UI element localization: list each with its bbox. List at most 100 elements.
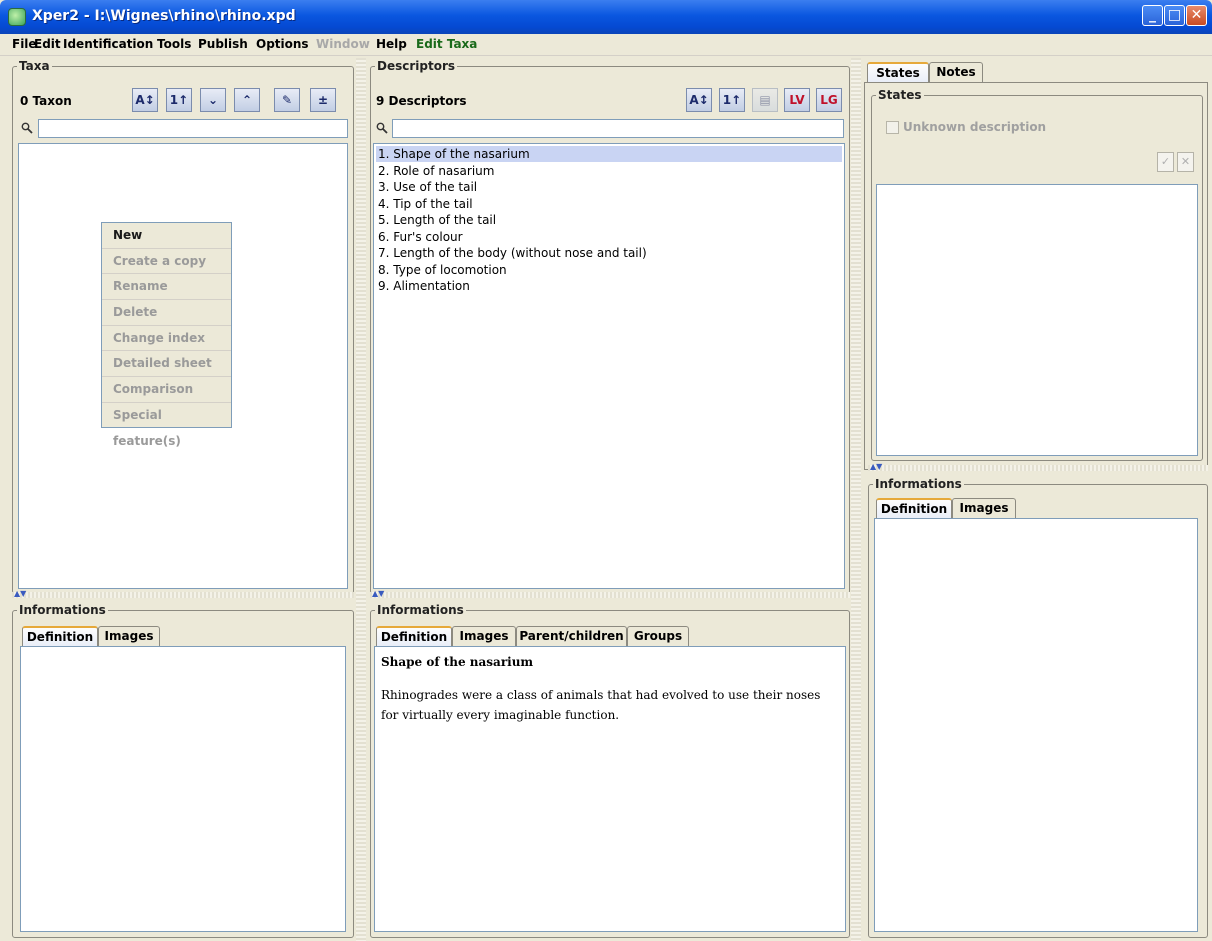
list-variable-button[interactable]: LV [784, 88, 810, 112]
list-variable-icon: LV [789, 93, 805, 107]
states-list[interactable] [876, 184, 1198, 456]
descriptor-item[interactable]: 2. Role of nasarium [376, 163, 842, 179]
menu-bar: File Edit Identification Tools Publish O… [0, 34, 1212, 56]
descriptor-info-title: Informations [375, 603, 466, 617]
descriptor-sort-az-button[interactable]: A↕ [686, 88, 712, 112]
sort-index-icon: 1↑ [169, 93, 189, 107]
menu-window[interactable]: Window [316, 37, 370, 51]
list-group-icon: LG [820, 93, 838, 107]
tab-images[interactable]: Images [952, 498, 1016, 518]
menu-edit[interactable]: Edit [34, 37, 61, 51]
states-title: States [876, 88, 924, 102]
states-splitter[interactable] [868, 465, 1208, 471]
descriptors-splitter[interactable] [370, 592, 850, 598]
move-down-button[interactable]: ⌄ [200, 88, 226, 112]
definition-text: Rhinogrades were a class of animals that… [381, 688, 821, 722]
taxa-count: 0 Taxon [20, 94, 72, 108]
check-icon: ✓ [1160, 155, 1171, 168]
menu-help[interactable]: Help [376, 37, 407, 51]
tab-notes[interactable]: Notes [929, 62, 983, 82]
tab-groups[interactable]: Groups [627, 626, 689, 646]
descriptor-item[interactable]: 4. Tip of the tail [376, 196, 842, 212]
tab-definition[interactable]: Definition [876, 498, 952, 518]
context-menu-rename[interactable]: Rename [102, 274, 231, 301]
app-icon [8, 8, 26, 26]
validate-button[interactable]: ✓ [1157, 152, 1174, 172]
context-menu-delete[interactable]: Delete [102, 300, 231, 326]
add-taxon-button[interactable]: ± [310, 88, 336, 112]
splitter-left[interactable] [356, 58, 366, 941]
unknown-description-label: Unknown description [903, 120, 1047, 134]
definition-heading: Shape of the nasarium [381, 655, 534, 669]
menu-identification[interactable]: Identification [63, 37, 153, 51]
sort-az-icon: A↕ [135, 93, 155, 107]
close-icon: ✕ [1190, 7, 1203, 23]
maximize-icon: □ [1167, 7, 1182, 23]
tab-definition[interactable]: Definition [376, 626, 452, 646]
minimize-button[interactable]: _ [1142, 5, 1163, 26]
descriptor-item[interactable]: 5. Length of the tail [376, 212, 842, 228]
tab-states[interactable]: States [867, 62, 929, 82]
title-bar: Xper2 - I:\Wignes\rhino\rhino.xpd _ □ ✕ [0, 0, 1212, 34]
menu-publish[interactable]: Publish [198, 37, 248, 51]
descriptors-list[interactable]: 1. Shape of the nasarium 2. Role of nasa… [373, 143, 845, 589]
tab-parent-children[interactable]: Parent/children [516, 626, 627, 646]
descriptor-item[interactable]: 6. Fur's colour [376, 229, 842, 245]
move-up-icon: ⌃ [241, 93, 253, 107]
taxa-context-menu: New Create a copy Rename Delete Change i… [101, 222, 232, 448]
context-menu-create-copy[interactable]: Create a copy [102, 249, 231, 275]
minimize-icon: _ [1149, 7, 1156, 23]
descriptor-item[interactable]: 8. Type of locomotion [376, 262, 842, 278]
splitter-arrows-icon[interactable]: ▲▼ [372, 589, 384, 598]
move-down-icon: ⌄ [207, 93, 219, 107]
descriptor-item[interactable]: 3. Use of the tail [376, 179, 842, 195]
taxa-info-title: Informations [17, 603, 108, 617]
tab-images[interactable]: Images [98, 626, 160, 646]
descriptor-definition-panel: Shape of the nasarium Rhinogrades were a… [374, 646, 846, 932]
descriptor-item[interactable]: 7. Length of the body (without nose and … [376, 245, 842, 261]
tab-images[interactable]: Images [452, 626, 516, 646]
context-menu-special-features[interactable]: Special feature(s) [102, 403, 231, 448]
splitter-arrows-icon[interactable]: ▲▼ [14, 589, 26, 598]
context-menu-comparison[interactable]: Comparison [102, 377, 231, 403]
splitter-right[interactable] [851, 58, 861, 941]
cross-icon: ✕ [1180, 155, 1191, 168]
taxa-splitter[interactable] [12, 592, 354, 598]
splitter-arrows-icon[interactable]: ▲▼ [870, 462, 882, 471]
sort-index-button[interactable]: 1↑ [166, 88, 192, 112]
descriptor-item[interactable]: 1. Shape of the nasarium [376, 146, 842, 162]
context-menu-change-index[interactable]: Change index [102, 326, 231, 352]
sort-index-icon: 1↑ [722, 93, 742, 107]
menu-options[interactable]: Options [256, 37, 309, 51]
taxa-search-input[interactable] [38, 119, 348, 138]
maximize-button[interactable]: □ [1164, 5, 1185, 26]
descriptor-group-button[interactable]: ▤ [752, 88, 778, 112]
sort-az-button[interactable]: A↕ [132, 88, 158, 112]
context-menu-detailed-sheet[interactable]: Detailed sheet [102, 351, 231, 378]
cancel-button[interactable]: ✕ [1177, 152, 1194, 172]
descriptors-search-input[interactable] [392, 119, 844, 138]
unknown-description-checkbox[interactable] [886, 121, 899, 134]
close-button[interactable]: ✕ [1186, 5, 1207, 26]
sort-az-icon: A↕ [689, 93, 709, 107]
descriptor-item[interactable]: 9. Alimentation [376, 278, 842, 294]
context-menu-new[interactable]: New [102, 223, 231, 249]
add-taxon-icon: ± [317, 93, 329, 107]
descriptor-sort-index-button[interactable]: 1↑ [719, 88, 745, 112]
list-group-button[interactable]: LG [816, 88, 842, 112]
menu-tools[interactable]: Tools [157, 37, 191, 51]
edit-icon: ✎ [281, 93, 293, 107]
search-icon [376, 122, 388, 134]
move-up-button[interactable]: ⌃ [234, 88, 260, 112]
taxa-definition-panel [20, 646, 346, 932]
states-info-title: Informations [873, 477, 964, 491]
edit-button[interactable]: ✎ [274, 88, 300, 112]
descriptors-title: Descriptors [375, 59, 458, 73]
menu-file[interactable]: File [12, 37, 37, 51]
taxa-title: Taxa [17, 59, 52, 73]
menu-edit-taxa[interactable]: Edit Taxa [416, 37, 477, 51]
states-definition-panel [874, 518, 1198, 932]
window-title: Xper2 - I:\Wignes\rhino\rhino.xpd [32, 8, 296, 24]
group-icon: ▤ [759, 93, 771, 107]
tab-definition[interactable]: Definition [22, 626, 98, 646]
